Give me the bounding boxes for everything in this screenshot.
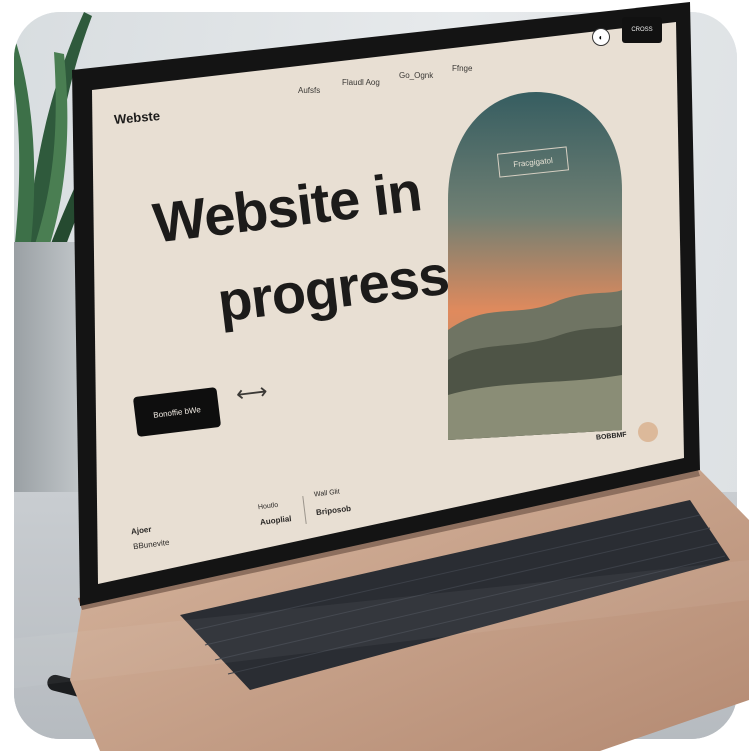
nav-item-4[interactable]: Ffnge xyxy=(452,64,472,73)
double-arrow-icon: ⟷ xyxy=(234,378,269,407)
nav-item-1[interactable]: Aufsfs xyxy=(298,86,320,95)
avatar xyxy=(638,422,658,442)
laptop xyxy=(0,2,749,751)
nav-item-3[interactable]: Go_Ognk xyxy=(399,71,433,80)
header-button[interactable]: CROSS xyxy=(622,17,662,43)
dark-mode-icon[interactable]: ◐ xyxy=(592,28,610,46)
nav-item-2[interactable]: Flaudl Aog xyxy=(342,78,380,87)
